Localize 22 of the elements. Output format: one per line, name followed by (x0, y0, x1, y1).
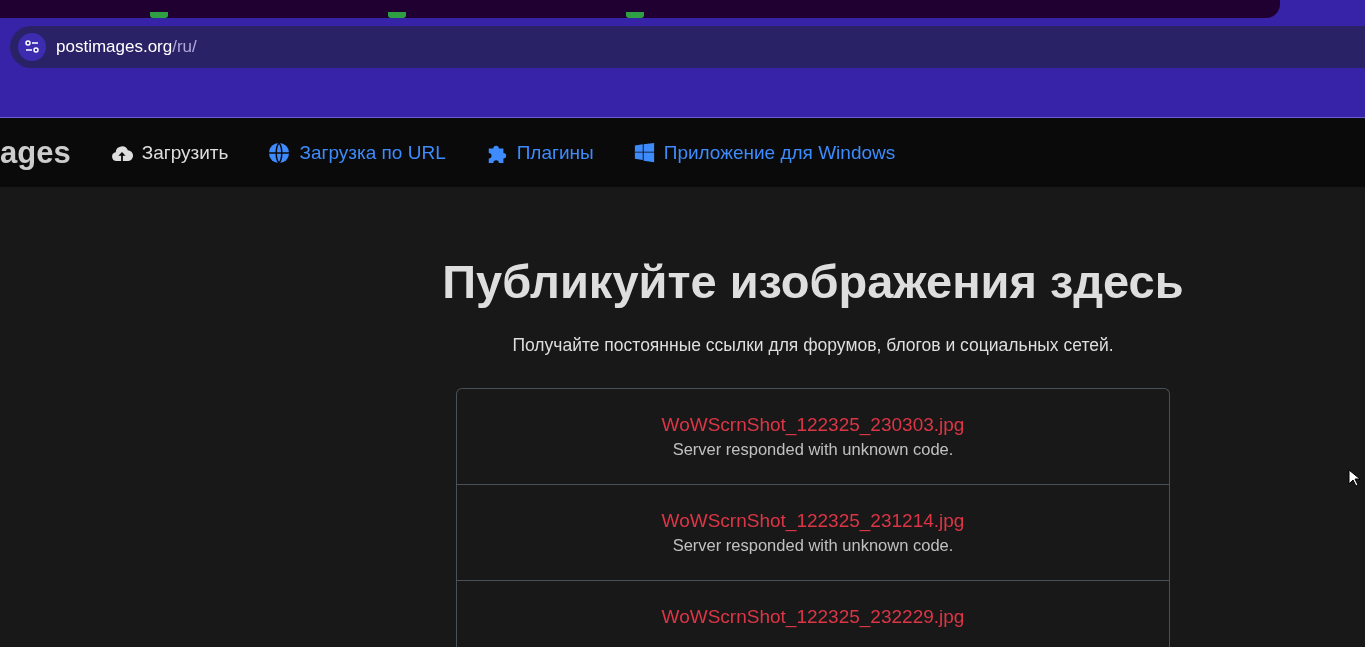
page-subtitle: Получайте постоянные ссылки для форумов, блогов и социальных сетей. (512, 335, 1114, 356)
windows-icon (633, 142, 655, 163)
nav-link[interactable]: Загрузка по URL (268, 141, 446, 164)
cloud-upload-icon (110, 143, 133, 162)
error-message: Server responded with unknown code. (672, 536, 954, 555)
tab-favicon[interactable] (388, 12, 406, 18)
error-message: Server responded with unknown code. (672, 440, 954, 459)
file-name: WoWScrnShot_122325_230303.jpg (661, 414, 965, 436)
url-text: postimages.org/ru/ (56, 37, 197, 57)
site-logo[interactable]: ages (0, 134, 71, 171)
tab-favicon[interactable] (150, 12, 168, 18)
page-heading: Публикуйте изображения здесь (442, 254, 1184, 310)
nav-link[interactable]: Плагины (485, 141, 594, 164)
nav-link[interactable]: Приложение для Windows (633, 141, 896, 164)
globe-icon (268, 141, 291, 164)
file-name: WoWScrnShot_122325_231214.jpg (661, 510, 965, 532)
tab-favicon[interactable] (626, 12, 644, 18)
file-name: WoWScrnShot_122325_232229.jpg (661, 606, 965, 628)
site-settings-icon[interactable] (18, 33, 46, 61)
address-bar[interactable]: postimages.org/ru/ (10, 26, 1365, 68)
nav-link[interactable]: Загрузить (110, 141, 229, 164)
mouse-cursor-icon (1348, 469, 1360, 487)
